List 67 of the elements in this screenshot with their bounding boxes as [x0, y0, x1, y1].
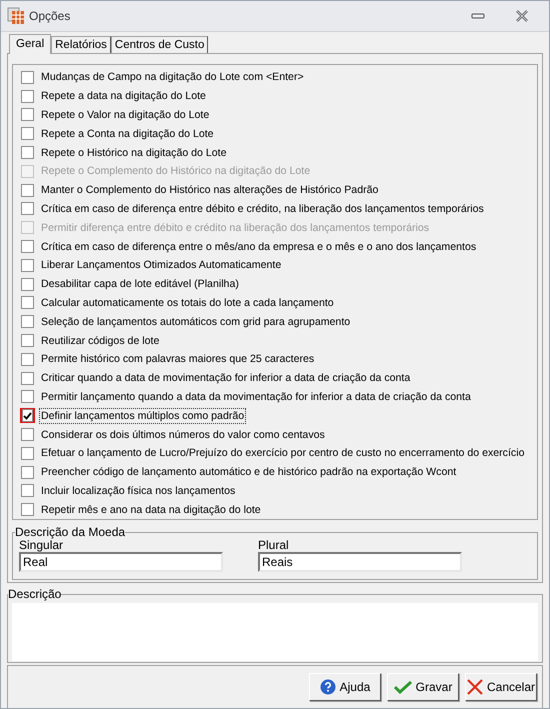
field-label: Plural — [258, 539, 290, 552]
tab[interactable]: Centros de Custo — [110, 36, 208, 53]
window-title: Opções — [29, 8, 72, 25]
option-label: Repete a Conta na digitação do Lote — [40, 126, 215, 141]
group-title: Descrição — [8, 586, 62, 603]
checkbox[interactable] — [20, 389, 35, 404]
option-label: Repete o Valor na digitação do Lote — [40, 108, 210, 122]
option-label: Calcular automaticamente os totais do lote a cada lançamento — [40, 296, 335, 310]
option-label: Manter o Complemento do Histórico nas alterações de Histórico Padrão — [40, 183, 380, 198]
checkbox[interactable] — [20, 201, 35, 216]
checkbox[interactable] — [20, 258, 35, 273]
checkmark-icon — [394, 680, 412, 694]
checkbox[interactable] — [20, 239, 35, 254]
option-label: Permite histórico com palavras maiores que 25 caracteres — [40, 352, 316, 366]
checkbox[interactable] — [20, 446, 35, 461]
option-label: Crítica em caso de diferença entre o mês/ano da empresa e o mês e o ano dos lançamentos — [40, 240, 478, 254]
input-field[interactable]: Real — [19, 552, 223, 572]
option-label: Reutilizar códigos de lote — [40, 334, 160, 348]
description-field[interactable] — [12, 603, 538, 661]
option-label: Preencher código de lançamento automático e de histórico padrão na exportação Wcont — [40, 465, 458, 480]
checkbox[interactable] — [20, 464, 35, 480]
input-field[interactable]: Reais — [258, 552, 462, 572]
tab[interactable]: Relatórios — [51, 36, 111, 53]
option-label: Repetir mês e ano na data na digitação do lote — [40, 502, 262, 517]
checkbox[interactable] — [20, 427, 35, 442]
checkbox[interactable] — [20, 502, 35, 518]
save-button[interactable]: Gravar — [387, 673, 459, 701]
option-label: Crítica em caso de diferença entre débito e crédito, na liberação dos lançamentos temporários — [40, 202, 485, 216]
help-icon — [320, 679, 336, 695]
option-label: Considerar os dois últimos números do valor como centavos — [40, 428, 326, 442]
close-icon — [466, 679, 483, 695]
help-button[interactable]: Ajuda — [309, 673, 381, 701]
option-label: Definir lançamentos múltiplos como padrão — [40, 408, 246, 423]
checkbox[interactable] — [20, 483, 35, 498]
checkbox[interactable] — [20, 276, 35, 292]
option-label: Permitir diferença entre débito e crédito na liberação dos lançamentos temporários — [40, 220, 430, 235]
checkbox[interactable] — [20, 352, 35, 367]
option-label: Repete o Histórico na digitação do Lote — [40, 146, 228, 160]
checkbox[interactable] — [20, 333, 35, 348]
checkbox[interactable] — [20, 107, 35, 122]
option-label: Repete o Complemento do Histórico na digitação do Lote — [40, 164, 312, 178]
field-label: Singular — [19, 539, 64, 552]
spreadsheet-icon — [7, 7, 25, 25]
group-title: Descrição da Moeda — [15, 524, 126, 540]
option-label: Incluir localização física nos lançamentos — [40, 484, 236, 498]
option-label: Desabilitar capa de lote editável (Planilha) — [40, 277, 240, 292]
checkbox[interactable] — [20, 314, 35, 330]
option-label: Liberar Lançamentos Otimizados Automaticamente — [40, 258, 282, 272]
option-label: Criticar quando a data de movimentação for inferior a data de criação da conta — [40, 371, 412, 386]
checkbox[interactable] — [20, 408, 35, 424]
checkbox[interactable] — [20, 295, 35, 310]
checkbox[interactable] — [20, 126, 35, 142]
checkbox[interactable] — [20, 88, 35, 104]
checkbox[interactable] — [20, 70, 35, 85]
option-label: Permitir lançamento quando a data da movimentação for inferior a data de criação da conta — [40, 390, 472, 404]
close-icon[interactable] — [515, 10, 529, 22]
checkbox[interactable] — [20, 182, 35, 198]
checkbox[interactable] — [20, 145, 35, 160]
option-label: Repete a data na digitação do Lote — [40, 89, 207, 104]
option-label: Efetuar o lançamento de Lucro/Prejuízo do exercício por centro de custo no encerramento do exercício — [40, 446, 526, 460]
option-label: Mudanças de Campo na digitação do Lote com <Enter> — [40, 70, 305, 84]
checkbox[interactable] — [20, 370, 35, 386]
minimize-icon[interactable] — [471, 12, 485, 20]
cancel-button[interactable]: Cancelar — [465, 673, 537, 701]
tab[interactable]: Geral — [9, 34, 52, 54]
checkmark-icon — [23, 412, 32, 420]
option-label: Seleção de lançamentos automáticos com grid para agrupamento — [40, 314, 352, 329]
